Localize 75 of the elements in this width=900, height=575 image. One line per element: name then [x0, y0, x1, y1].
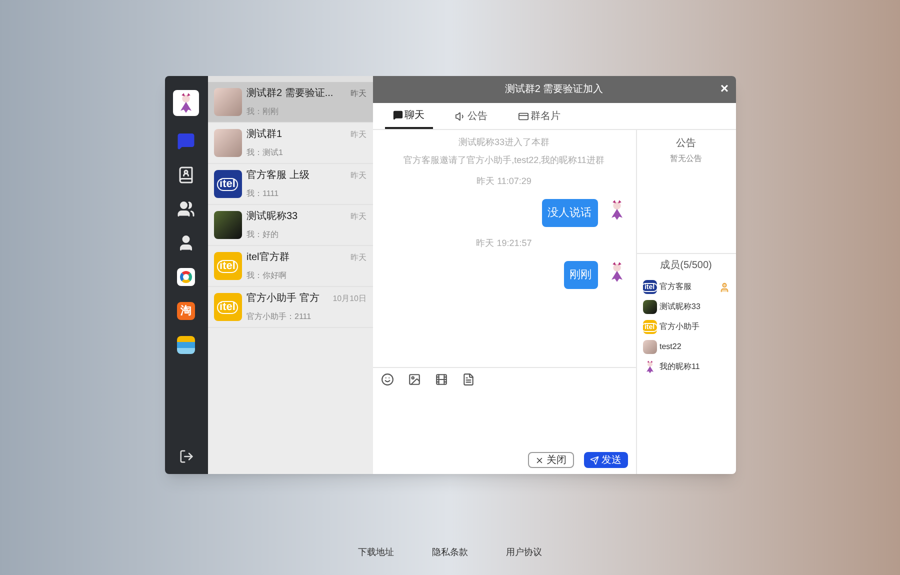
conversation-item[interactable]: 测试昵称33 昨天 我：好的 — [208, 205, 372, 246]
close-chat-button[interactable]: 关闭 — [528, 452, 574, 468]
footer-link[interactable]: 用户协议 — [506, 546, 542, 560]
member-item[interactable]: test22 — [636, 337, 736, 357]
user-avatar[interactable] — [173, 90, 199, 116]
conversation-time: 昨天 — [350, 128, 366, 140]
photo-placeholder — [642, 300, 656, 314]
file-icon[interactable] — [462, 372, 474, 386]
logo-avatar: itel — [214, 170, 242, 198]
close-icon — [534, 456, 544, 464]
conversation-name: 官方客服 上级 — [246, 168, 310, 183]
member-name: 官方客服 — [660, 281, 692, 293]
conversation-time: 昨天 — [350, 88, 366, 100]
speaker-icon — [454, 110, 466, 122]
chat-tab[interactable]: 公告 — [446, 103, 496, 129]
members-title: 成员(5/500) — [660, 258, 712, 273]
member-name: 测试昵称33 — [660, 301, 702, 313]
logo-avatar: itel — [214, 293, 242, 321]
conversation-name: 测试昵称33 — [246, 210, 298, 224]
groups-icon[interactable] — [177, 200, 195, 218]
conversation-item[interactable]: itel 官方小助手 官方 10月10日 官方小助手：2111 — [208, 287, 372, 328]
app-icon[interactable] — [177, 268, 195, 286]
image-icon[interactable] — [408, 372, 420, 386]
member-item[interactable]: 我的昵称11 — [636, 357, 736, 377]
card-icon — [518, 110, 528, 122]
conversation-item[interactable]: itel itel官方群 昨天 我：你好啊 — [208, 246, 372, 287]
conversation-item[interactable]: itel 官方客服 上级 昨天 我：1111 — [208, 164, 372, 205]
footer-link[interactable]: 下载地址 — [358, 546, 394, 560]
close-button[interactable]: × — [720, 81, 728, 95]
conversation-preview: 我：好的 — [246, 229, 280, 241]
send-icon — [590, 456, 598, 464]
photo-placeholder — [214, 88, 242, 116]
film-icon[interactable] — [434, 372, 448, 386]
conversation-name: 测试群1 — [246, 128, 282, 142]
contacts-icon[interactable] — [177, 166, 195, 184]
conversation-name: 测试群2 需要验证... — [246, 86, 334, 101]
photo-placeholder — [214, 211, 242, 239]
member-name: test22 — [660, 341, 682, 353]
chat-tab[interactable]: 群名片 — [510, 103, 568, 129]
conversation-time: 昨天 — [350, 252, 366, 264]
logo-avatar: itel — [214, 252, 242, 280]
system-message: 官方客服邀请了官方小助手,test22,我的昵称11进群 — [402, 154, 606, 166]
chat-tab[interactable]: 聊天 — [384, 103, 432, 129]
message-bubble: 刚刚 — [564, 260, 598, 289]
notice-text: 暂无公告 — [670, 153, 702, 165]
notice-title: 公告 — [676, 136, 696, 151]
member-name: 我的昵称11 — [660, 361, 701, 373]
conversation-preview: 官方小助手：2111 — [246, 311, 312, 323]
system-message: 测试昵称33进入了本群 — [457, 136, 550, 149]
emoji-icon[interactable] — [380, 372, 394, 386]
message-time: 昨天 19:21:57 — [475, 237, 533, 250]
conversation-item[interactable]: 测试群1 昨天 我：测试1 — [208, 123, 372, 164]
conversation-time: 10月10日 — [332, 292, 366, 304]
message-bubble: 没人说话 — [542, 198, 598, 227]
app-icon[interactable] — [177, 336, 195, 354]
conversation-time: 昨天 — [350, 170, 366, 182]
user-icon[interactable] — [177, 234, 195, 252]
chat-icon — [392, 110, 402, 120]
member-name: 官方小助手 — [660, 321, 700, 333]
conversation-name: itel官方群 — [246, 250, 290, 265]
conversation-preview: 我：测试1 — [246, 147, 284, 159]
photo-placeholder — [214, 129, 242, 157]
conversation-item[interactable]: 测试群2 需要验证... 昨天 我：刚刚 — [208, 82, 372, 123]
logout-icon[interactable] — [178, 449, 194, 464]
conversation-preview: 我：1111 — [246, 188, 280, 200]
member-item[interactable]: 测试昵称33 — [636, 297, 736, 317]
chat-title: 测试群2 需要验证加入 — [504, 82, 604, 97]
send-button[interactable]: 发送 — [584, 452, 628, 468]
conversation-time: 昨天 — [350, 210, 366, 222]
conversation-preview: 我：刚刚 — [246, 106, 280, 118]
message-time: 昨天 11:07:29 — [476, 175, 532, 188]
conversation-preview: 我：你好啊 — [246, 270, 288, 282]
photo-placeholder — [642, 340, 656, 354]
footer-link[interactable]: 隐私条款 — [432, 546, 468, 560]
conversation-name: 官方小助手 官方 — [246, 292, 320, 306]
